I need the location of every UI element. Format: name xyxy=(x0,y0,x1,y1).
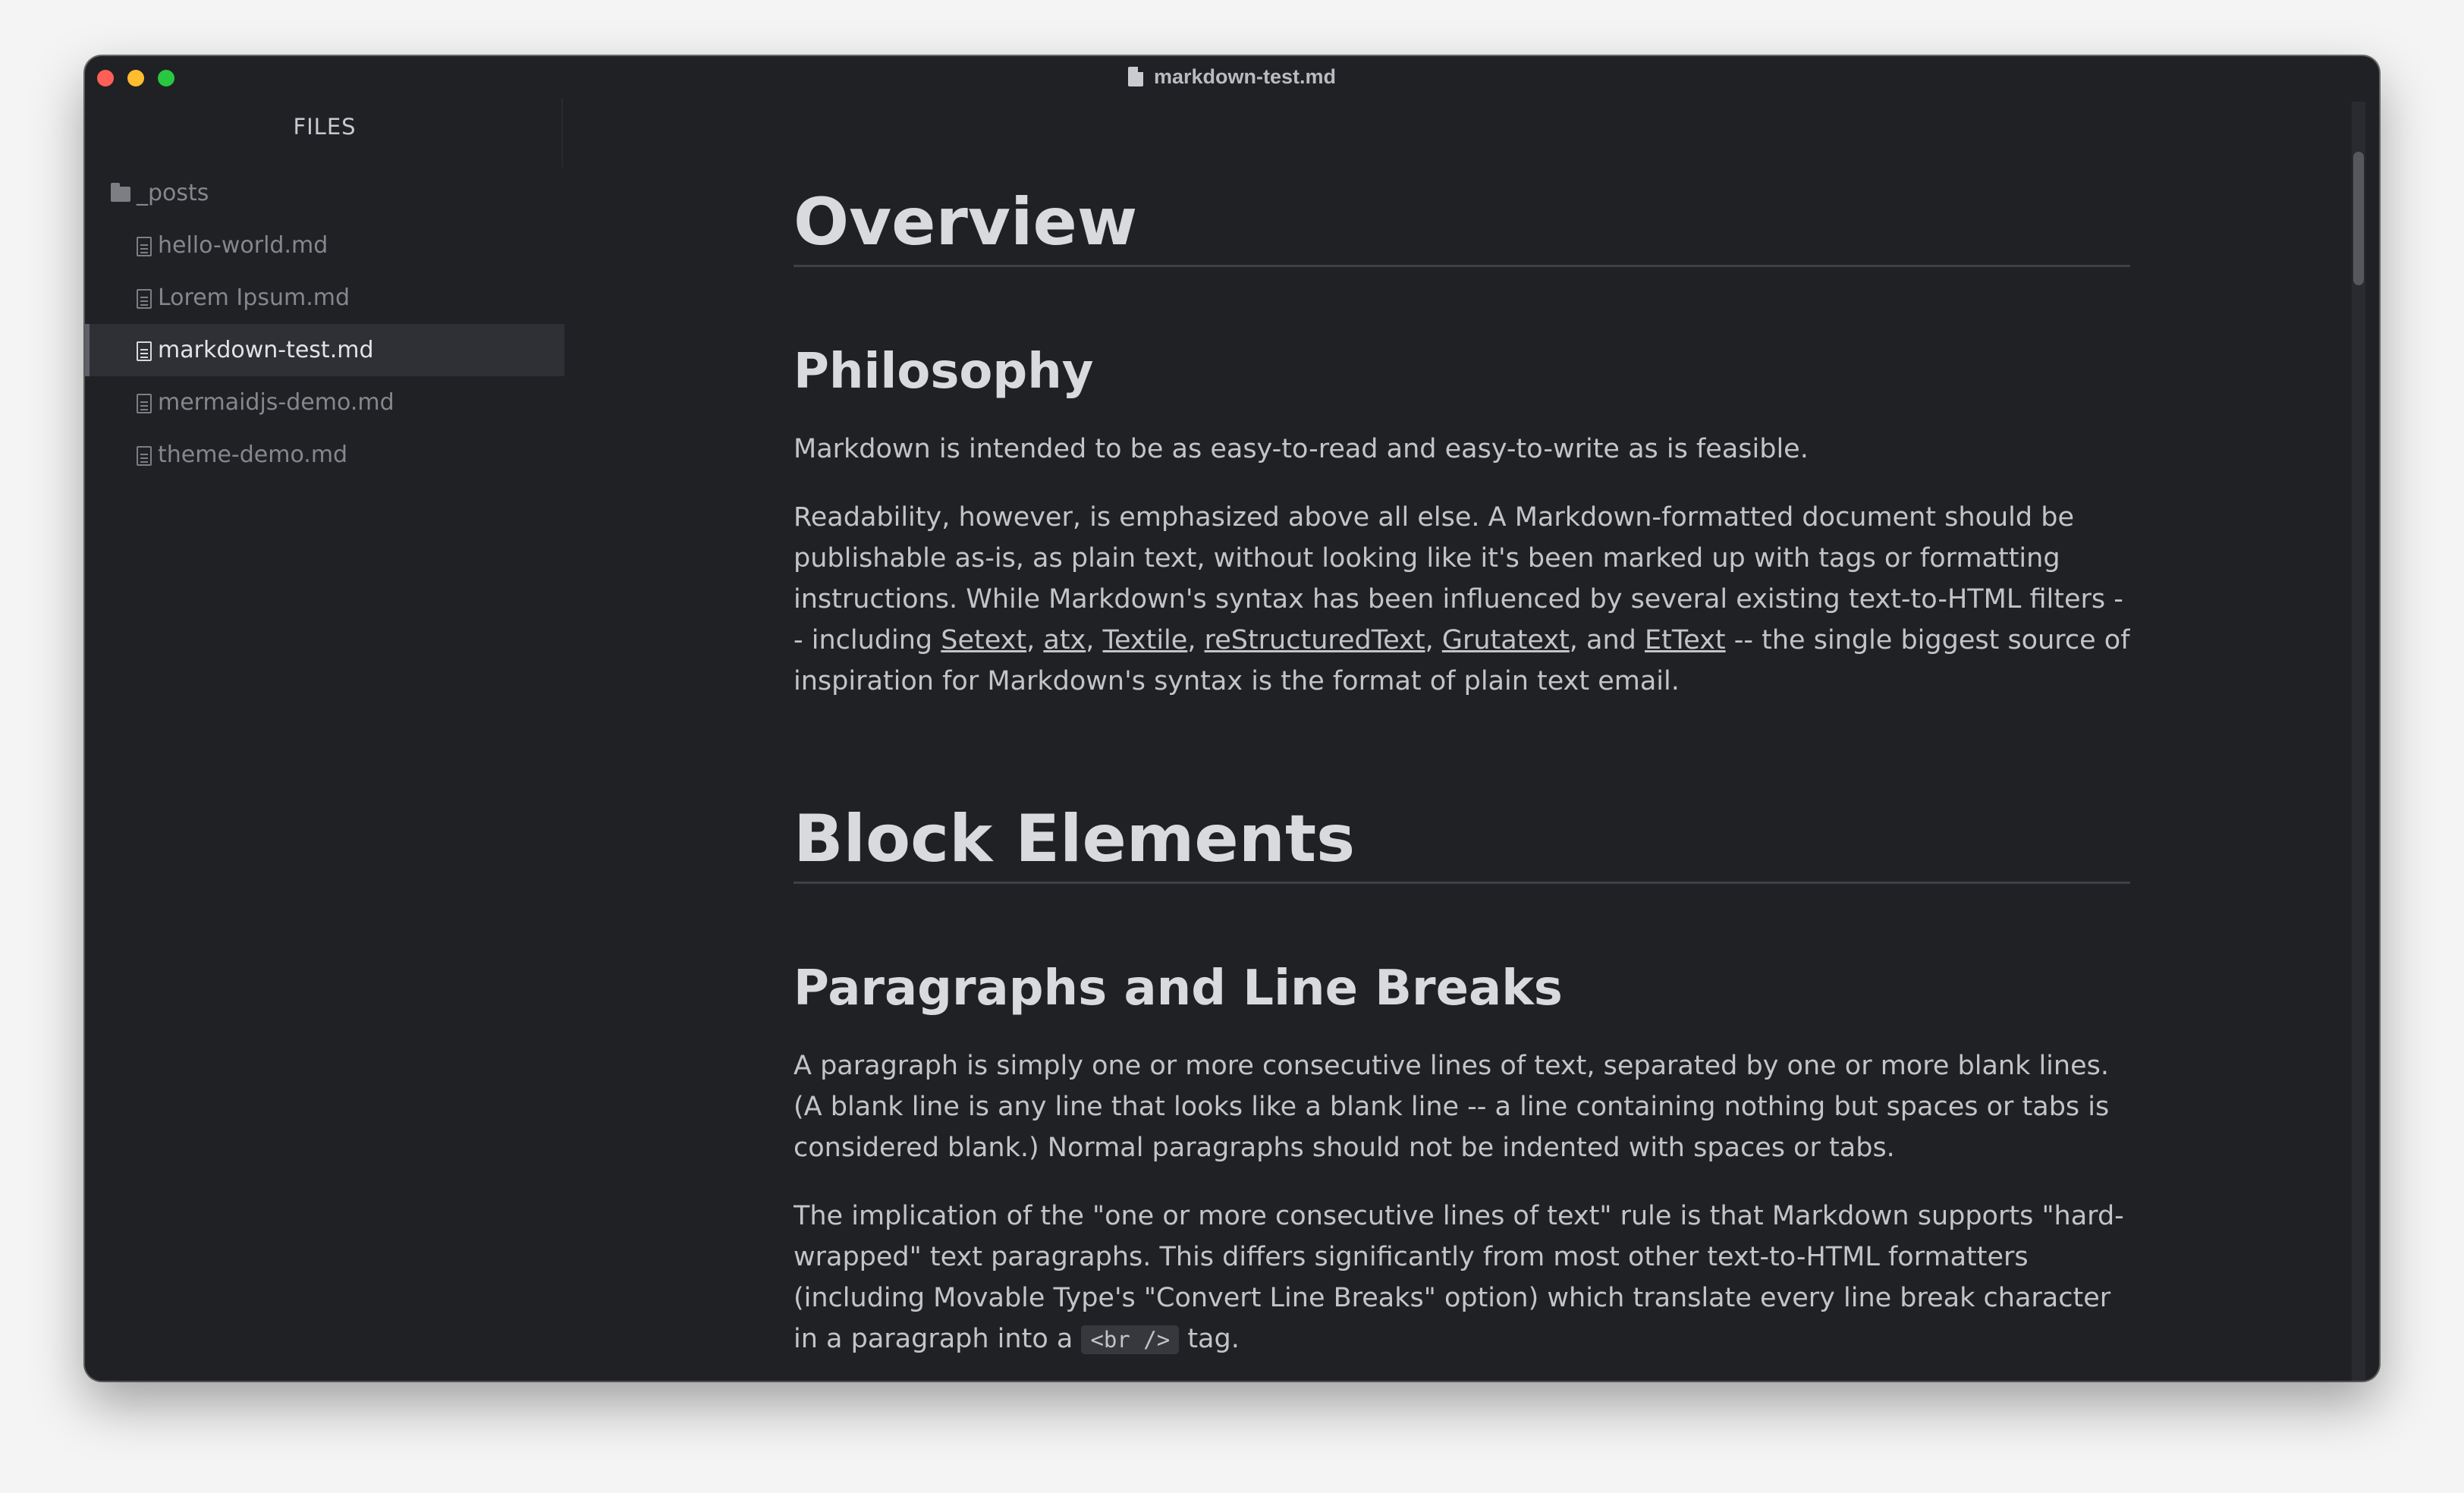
separator: , xyxy=(1026,624,1044,655)
link-grutatext[interactable]: Grutatext xyxy=(1442,625,1570,655)
document-icon xyxy=(1127,67,1143,86)
file-item-hello-world[interactable]: hello-world.md xyxy=(85,219,564,272)
file-icon xyxy=(137,394,152,413)
window-title: markdown-test.md xyxy=(85,65,2379,89)
separator: , xyxy=(1086,624,1103,655)
file-label: mermaidjs-demo.md xyxy=(158,389,394,416)
paragraph-text: tag. xyxy=(1179,1323,1240,1354)
sidebar-divider xyxy=(561,99,563,167)
file-item-lorem-ipsum[interactable]: Lorem Ipsum.md xyxy=(85,272,564,324)
file-icon xyxy=(137,341,152,361)
paragraph: The implication of the "one or more cons… xyxy=(794,1196,2130,1360)
link-setext[interactable]: Setext xyxy=(941,625,1026,655)
file-item-mermaidjs-demo[interactable]: mermaidjs-demo.md xyxy=(85,376,564,429)
window-title-text: markdown-test.md xyxy=(1153,65,1337,88)
files-header: FILES xyxy=(293,114,357,140)
file-label: markdown-test.md xyxy=(158,337,374,363)
heading-philosophy: Philosophy xyxy=(794,344,1094,401)
heading-block-elements: Block Elements xyxy=(794,800,2130,885)
title-bar: markdown-test.md xyxy=(85,56,2379,99)
link-ettext[interactable]: EtText xyxy=(1645,625,1726,655)
file-tree: _posts hello-world.md Lorem Ipsum.md mar… xyxy=(85,167,564,481)
file-icon xyxy=(137,446,152,466)
file-label: hello-world.md xyxy=(158,232,328,259)
file-item-markdown-test[interactable]: markdown-test.md xyxy=(85,324,564,376)
file-icon xyxy=(137,237,152,256)
separator: , xyxy=(1187,624,1205,655)
paragraph-text: The implication of the "one or more cons… xyxy=(794,1200,2124,1354)
inline-code: <br /> xyxy=(1081,1325,1180,1354)
folder-label: _posts xyxy=(137,180,209,206)
separator: , and xyxy=(1569,624,1645,655)
folder-icon xyxy=(111,183,130,202)
scrollbar-track[interactable] xyxy=(2352,102,2365,1381)
folder-posts[interactable]: _posts xyxy=(85,167,564,219)
link-textile[interactable]: Textile xyxy=(1103,625,1188,655)
paragraph: A paragraph is simply one or more consec… xyxy=(794,1050,2110,1163)
file-label: Lorem Ipsum.md xyxy=(158,284,350,311)
paragraph: Readability, however, is emphasized abov… xyxy=(794,497,2130,702)
paragraph: Markdown is intended to be as easy-to-re… xyxy=(794,433,1809,464)
separator: , xyxy=(1425,624,1442,655)
file-icon xyxy=(137,289,152,309)
document-content[interactable]: Overview Philosophy Markdown is intended… xyxy=(794,99,2130,1381)
link-atx[interactable]: atx xyxy=(1043,625,1086,655)
file-sidebar: FILES _posts hello-world.md Lorem Ipsum.… xyxy=(85,99,564,1381)
app-window: markdown-test.md FILES _posts hello-worl… xyxy=(85,56,2379,1381)
link-restructuredtext[interactable]: reStructuredText xyxy=(1205,625,1425,655)
heading-paragraphs-line-breaks: Paragraphs and Line Breaks xyxy=(794,960,1563,1017)
scrollbar-thumb[interactable] xyxy=(2353,152,2364,285)
file-label: theme-demo.md xyxy=(158,442,348,468)
heading-overview: Overview xyxy=(794,184,2130,268)
file-item-theme-demo[interactable]: theme-demo.md xyxy=(85,429,564,481)
